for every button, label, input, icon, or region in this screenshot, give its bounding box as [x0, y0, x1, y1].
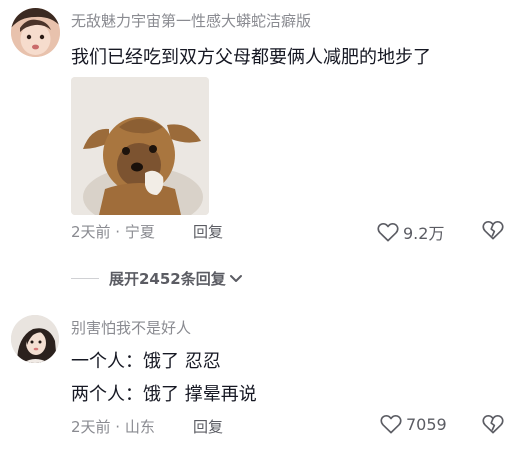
like-count: 9.2万 [403, 224, 445, 243]
broken-heart-icon [482, 415, 504, 434]
comment-meta: 2天前 · 山东 [71, 418, 155, 436]
heart-outline-icon [377, 223, 399, 242]
comment-text-line: 一个人：饿了 忍忍 [71, 351, 221, 372]
reply-button[interactable]: 回复 [193, 416, 223, 437]
reply-button[interactable]: 回复 [193, 221, 223, 242]
expand-replies-label: 展开2452条回复 [109, 270, 226, 288]
dislike-button[interactable] [482, 414, 504, 438]
comment-item: 无敌魅力宇宙第一性感大蟒蛇洁癖版 我们已经吃到双方父母都要俩人减肥的地步了 2天… [0, 0, 528, 255]
comment-image[interactable] [71, 77, 209, 215]
comment-username[interactable]: 无敌魅力宇宙第一性感大蟒蛇洁癖版 [71, 10, 311, 31]
dislike-button[interactable] [482, 220, 504, 244]
expand-replies-button[interactable]: 展开2452条回复 [71, 268, 243, 289]
avatar[interactable] [11, 315, 59, 363]
comment-username[interactable]: 别害怕我不是好人 [71, 317, 191, 338]
like-button[interactable]: 9.2万 [377, 220, 444, 244]
comment-text: 我们已经吃到双方父母都要俩人减肥的地步了 [71, 47, 431, 68]
comment-text-line: 两个人：饿了 撑晕再说 [71, 384, 257, 405]
broken-heart-icon [482, 221, 504, 240]
comment-meta: 2天前 · 宁夏 [71, 223, 155, 241]
comment-item: 别害怕我不是好人 一个人：饿了 忍忍 两个人：饿了 撑晕再说 2天前 · 山东 … [0, 305, 528, 453]
divider [71, 278, 99, 279]
like-button[interactable]: 7059 [380, 414, 447, 434]
heart-outline-icon [380, 415, 402, 434]
puppy-image [71, 77, 209, 215]
like-count: 7059 [406, 414, 447, 434]
chevron-down-icon [229, 274, 242, 282]
avatar[interactable] [11, 8, 60, 57]
